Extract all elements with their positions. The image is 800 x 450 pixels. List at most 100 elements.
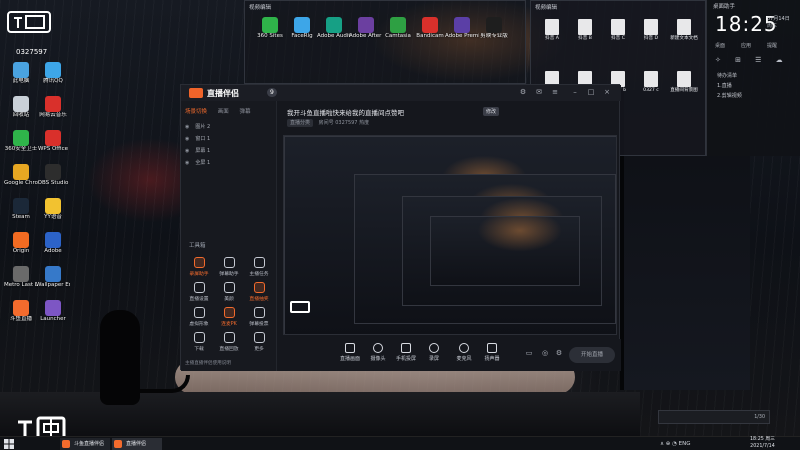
stream-title[interactable]: 我开斗鱼直播啦快来给我的直播间点赞吧 xyxy=(287,107,404,117)
record-button[interactable]: 录屏 xyxy=(419,343,449,362)
desktop-icon[interactable]: YY语音 xyxy=(36,198,70,221)
desktop-icon-label: Wallpaper Engine xyxy=(36,282,70,288)
edit-title-button[interactable]: 修改 xyxy=(483,107,500,116)
desktop-icon[interactable]: 斗鱼直播 xyxy=(4,300,38,323)
scene-label: 窗口 1 xyxy=(195,136,211,142)
panel-tab-reminders[interactable]: 提醒 xyxy=(767,42,777,49)
app-title-bar[interactable]: 直播伴侣 9 ⚙ ✉ ≡ – □ × xyxy=(181,85,621,101)
desktop-icon[interactable]: Adobe xyxy=(36,232,70,255)
background-window[interactable]: 视频编辑 360 SitesFaceRigAdobe Audition CCAd… xyxy=(244,0,526,84)
file-item[interactable]: 抖音 B xyxy=(570,19,600,41)
category-pill[interactable]: 直播分类 xyxy=(287,119,314,127)
close-icon[interactable]: × xyxy=(603,88,611,96)
panel-tab-apps[interactable]: 应用 xyxy=(741,42,751,49)
desktop-icon[interactable]: Google Chrome xyxy=(4,164,38,187)
desktop-icon[interactable]: Origin xyxy=(4,232,38,255)
eye-preview-icon[interactable]: ◎ xyxy=(541,349,549,357)
minimize-icon[interactable]: – xyxy=(571,88,579,96)
desktop-icon[interactable]: 回收站 xyxy=(4,96,38,119)
desktop-icon-label: 360安全卫士 xyxy=(4,146,38,152)
file-label: 抖音 B xyxy=(578,36,592,41)
scene-item[interactable]: ◉ 窗口 1 xyxy=(185,135,210,142)
tool-button[interactable]: 直播设置 xyxy=(185,282,213,302)
tool-button[interactable]: 弹幕投票 xyxy=(245,307,273,327)
tool-button[interactable]: 更多 xyxy=(245,332,273,352)
monitor-icon xyxy=(345,343,355,353)
desktop-assistant-panel[interactable]: 桌面助手 18:25 07月14日 周三 桌面 应用 提醒 ✧ ⊞ ☰ ☁ 待办… xyxy=(706,0,800,156)
system-tray[interactable]: ∧ ⊕ ◔ ENG xyxy=(660,438,691,450)
taskbar-item[interactable]: 斗鱼直播伴侣 xyxy=(60,438,110,450)
desktop-icon[interactable]: Wallpaper Engine xyxy=(36,266,70,289)
panel-toolbar-icons[interactable]: ✧ ⊞ ☰ ☁ xyxy=(715,56,789,64)
mic-button[interactable]: 麦克风 xyxy=(449,343,479,362)
camera-button[interactable]: 摄像头 xyxy=(363,343,393,362)
desktop-icon[interactable]: OBS Studio xyxy=(36,164,70,187)
speaker-button[interactable]: 扬声器 xyxy=(477,343,507,362)
eye-icon[interactable]: ◉ xyxy=(185,160,189,166)
phone-cast-button[interactable]: 手机投屏 xyxy=(391,343,421,362)
tool-button[interactable]: 直播抽奖 xyxy=(245,282,273,302)
scene-item[interactable]: ◉ 屏幕 1 xyxy=(185,147,210,154)
tab-scenes[interactable]: 场景切换 xyxy=(185,109,207,115)
video-icon[interactable]: ▭ xyxy=(525,349,533,357)
tab-danmaku[interactable]: 弹幕 xyxy=(240,109,251,115)
desktop-icon[interactable]: 此电脑 xyxy=(4,62,38,85)
tool-label: 更多 xyxy=(254,347,264,352)
tool-button[interactable]: 虚拟形象 xyxy=(185,307,213,327)
taskbar-item[interactable]: 直播伴侣 xyxy=(112,438,162,450)
start-live-button[interactable]: 开始直播 xyxy=(569,347,615,363)
screen-button[interactable]: 直播画面 xyxy=(335,343,365,362)
window-app-icon[interactable]: Adobe Premiere xyxy=(445,17,479,40)
maximize-icon[interactable]: □ xyxy=(587,88,595,96)
desktop-icon-label: Google Chrome xyxy=(4,180,38,186)
tab-picture[interactable]: 画面 xyxy=(218,109,229,115)
tool-button[interactable]: 弹幕助手 xyxy=(215,257,243,277)
cat-tail xyxy=(130,375,190,393)
eye-icon[interactable]: ◉ xyxy=(185,136,189,142)
desktop-icon[interactable]: 腾讯QQ xyxy=(36,62,70,85)
window-app-icon[interactable]: FaceRig xyxy=(285,17,319,40)
tool-label: 美颜 xyxy=(224,297,234,302)
scene-item[interactable]: ◉ 全屏 1 xyxy=(185,159,210,166)
menu-icon[interactable]: ≡ xyxy=(551,88,559,96)
live-companion-window[interactable]: 直播伴侣 9 ⚙ ✉ ≡ – □ × 场景切换 画面 弹幕 ◉ 图片 2 ◉ 窗口 … xyxy=(180,84,621,371)
message-icon[interactable]: ✉ xyxy=(535,88,543,96)
tool-button[interactable]: 直播回放 xyxy=(215,332,243,352)
settings-icon[interactable]: ⚙ xyxy=(519,88,527,96)
desktop-icon[interactable]: 360安全卫士 xyxy=(4,130,38,153)
tool-button[interactable]: 连麦PK xyxy=(215,307,243,327)
desktop-icon[interactable]: WPS Office xyxy=(36,130,70,153)
recording-widget[interactable]: 1/30 xyxy=(658,410,770,424)
desktop-icon[interactable]: Metro Last Light Redux xyxy=(4,266,38,289)
eye-icon[interactable]: ◉ xyxy=(185,124,189,130)
eye-icon[interactable]: ◉ xyxy=(185,148,189,154)
file-item[interactable]: 抖音 D xyxy=(636,19,666,41)
window-app-icon[interactable]: Adobe Audition CC xyxy=(317,17,351,40)
window-sill xyxy=(0,392,640,436)
file-item[interactable]: 抖音 A xyxy=(537,19,567,41)
stream-preview[interactable] xyxy=(283,135,617,335)
file-item[interactable]: 直播间背景图 xyxy=(669,71,699,93)
desktop-icon[interactable]: Steam xyxy=(4,198,38,221)
windows-start-icon[interactable] xyxy=(4,439,14,449)
file-item[interactable]: 新建文本文档 xyxy=(669,19,699,41)
window-app-icon[interactable]: 剪映专业版 xyxy=(477,17,511,40)
desktop-icon[interactable]: 网易云音乐 xyxy=(36,96,70,119)
panel-tab-desktop[interactable]: 桌面 xyxy=(715,42,725,49)
window-app-icon[interactable]: Bandicam xyxy=(413,17,447,40)
window-app-icon[interactable]: Camtasia xyxy=(381,17,415,40)
window-app-icon[interactable]: Adobe After Effects CC xyxy=(349,17,383,40)
gear-icon[interactable]: ⚙ xyxy=(555,349,563,357)
help-link[interactable]: 主播直播伴侣使用说明 xyxy=(185,360,231,366)
tool-button[interactable]: 主播任务 xyxy=(245,257,273,277)
file-item[interactable]: 0327 c xyxy=(636,71,666,93)
desktop-icon[interactable]: Launcher xyxy=(36,300,70,323)
tool-button[interactable]: 下载 xyxy=(185,332,213,352)
scene-item[interactable]: ◉ 图片 2 xyxy=(185,123,210,130)
file-item[interactable]: 抖音 C xyxy=(603,19,633,41)
taskbar-clock[interactable]: 18:25 周三 2021/7/14 xyxy=(750,437,775,450)
panel-note-1: 1.直播 xyxy=(717,83,732,89)
tool-button[interactable]: 录屏助手 xyxy=(185,257,213,277)
window-app-icon[interactable]: 360 Sites xyxy=(253,17,287,40)
tool-button[interactable]: 美颜 xyxy=(215,282,243,302)
